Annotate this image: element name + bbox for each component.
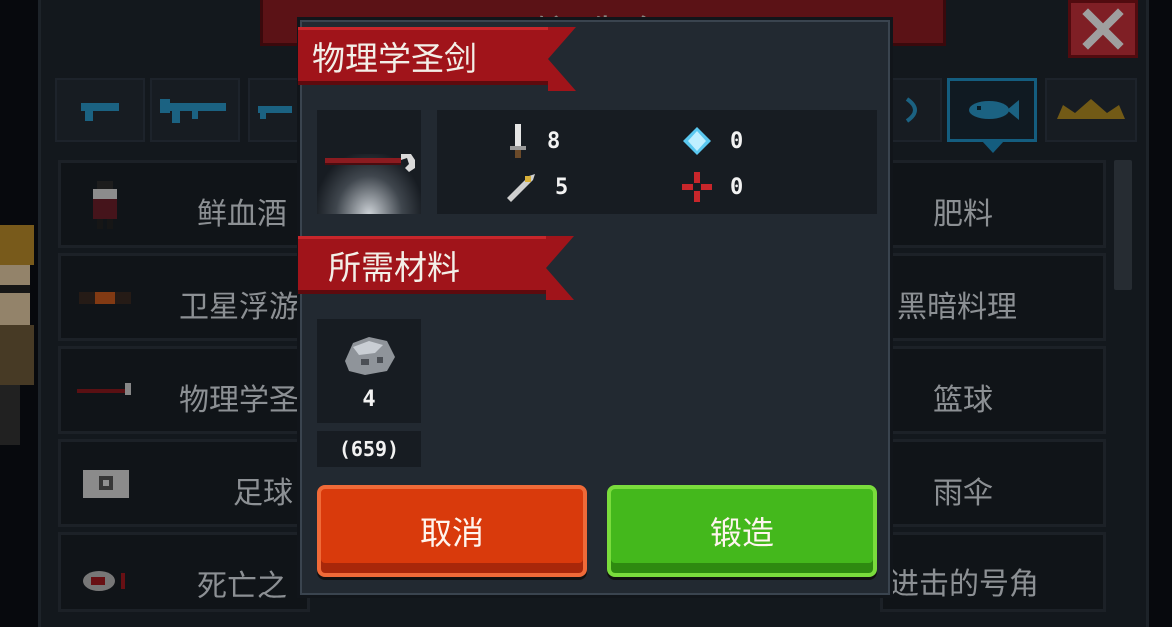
stat-attack-value: 8 xyxy=(547,128,561,154)
item-stats: 8 0 5 0 xyxy=(437,110,877,214)
energy-crystal-icon xyxy=(683,127,711,155)
stat-energy: 0 xyxy=(682,126,743,156)
ore-icon xyxy=(345,337,395,375)
material-required: 4 xyxy=(362,387,376,412)
cancel-button[interactable]: 取消 xyxy=(317,485,587,577)
stat-energy-value: 0 xyxy=(730,128,744,154)
stat-attack: 8 xyxy=(507,124,560,158)
item-name: 物理学圣剑 xyxy=(312,38,477,78)
materials-title: 所需材料 xyxy=(328,247,460,287)
crosshair-icon xyxy=(682,172,712,202)
sword-stat-icon xyxy=(510,124,526,158)
bullet-icon xyxy=(507,174,535,202)
materials-ribbon: 所需材料 xyxy=(298,236,574,300)
stat-accuracy: 5 xyxy=(503,172,568,202)
forge-dialog: 物理学圣剑 8 0 5 0 所需材料 4 (659) 取消 锻造 xyxy=(298,20,890,595)
stat-crit: 0 xyxy=(682,172,743,202)
item-preview xyxy=(317,110,421,214)
stat-crit-value: 0 xyxy=(730,174,744,200)
stat-accuracy-value: 5 xyxy=(555,174,569,200)
item-name-ribbon: 物理学圣剑 xyxy=(298,27,576,91)
material-owned: (659) xyxy=(317,431,421,467)
material-slot: 4 xyxy=(317,319,421,423)
forge-button[interactable]: 锻造 xyxy=(607,485,877,577)
red-sword-icon xyxy=(325,154,415,172)
